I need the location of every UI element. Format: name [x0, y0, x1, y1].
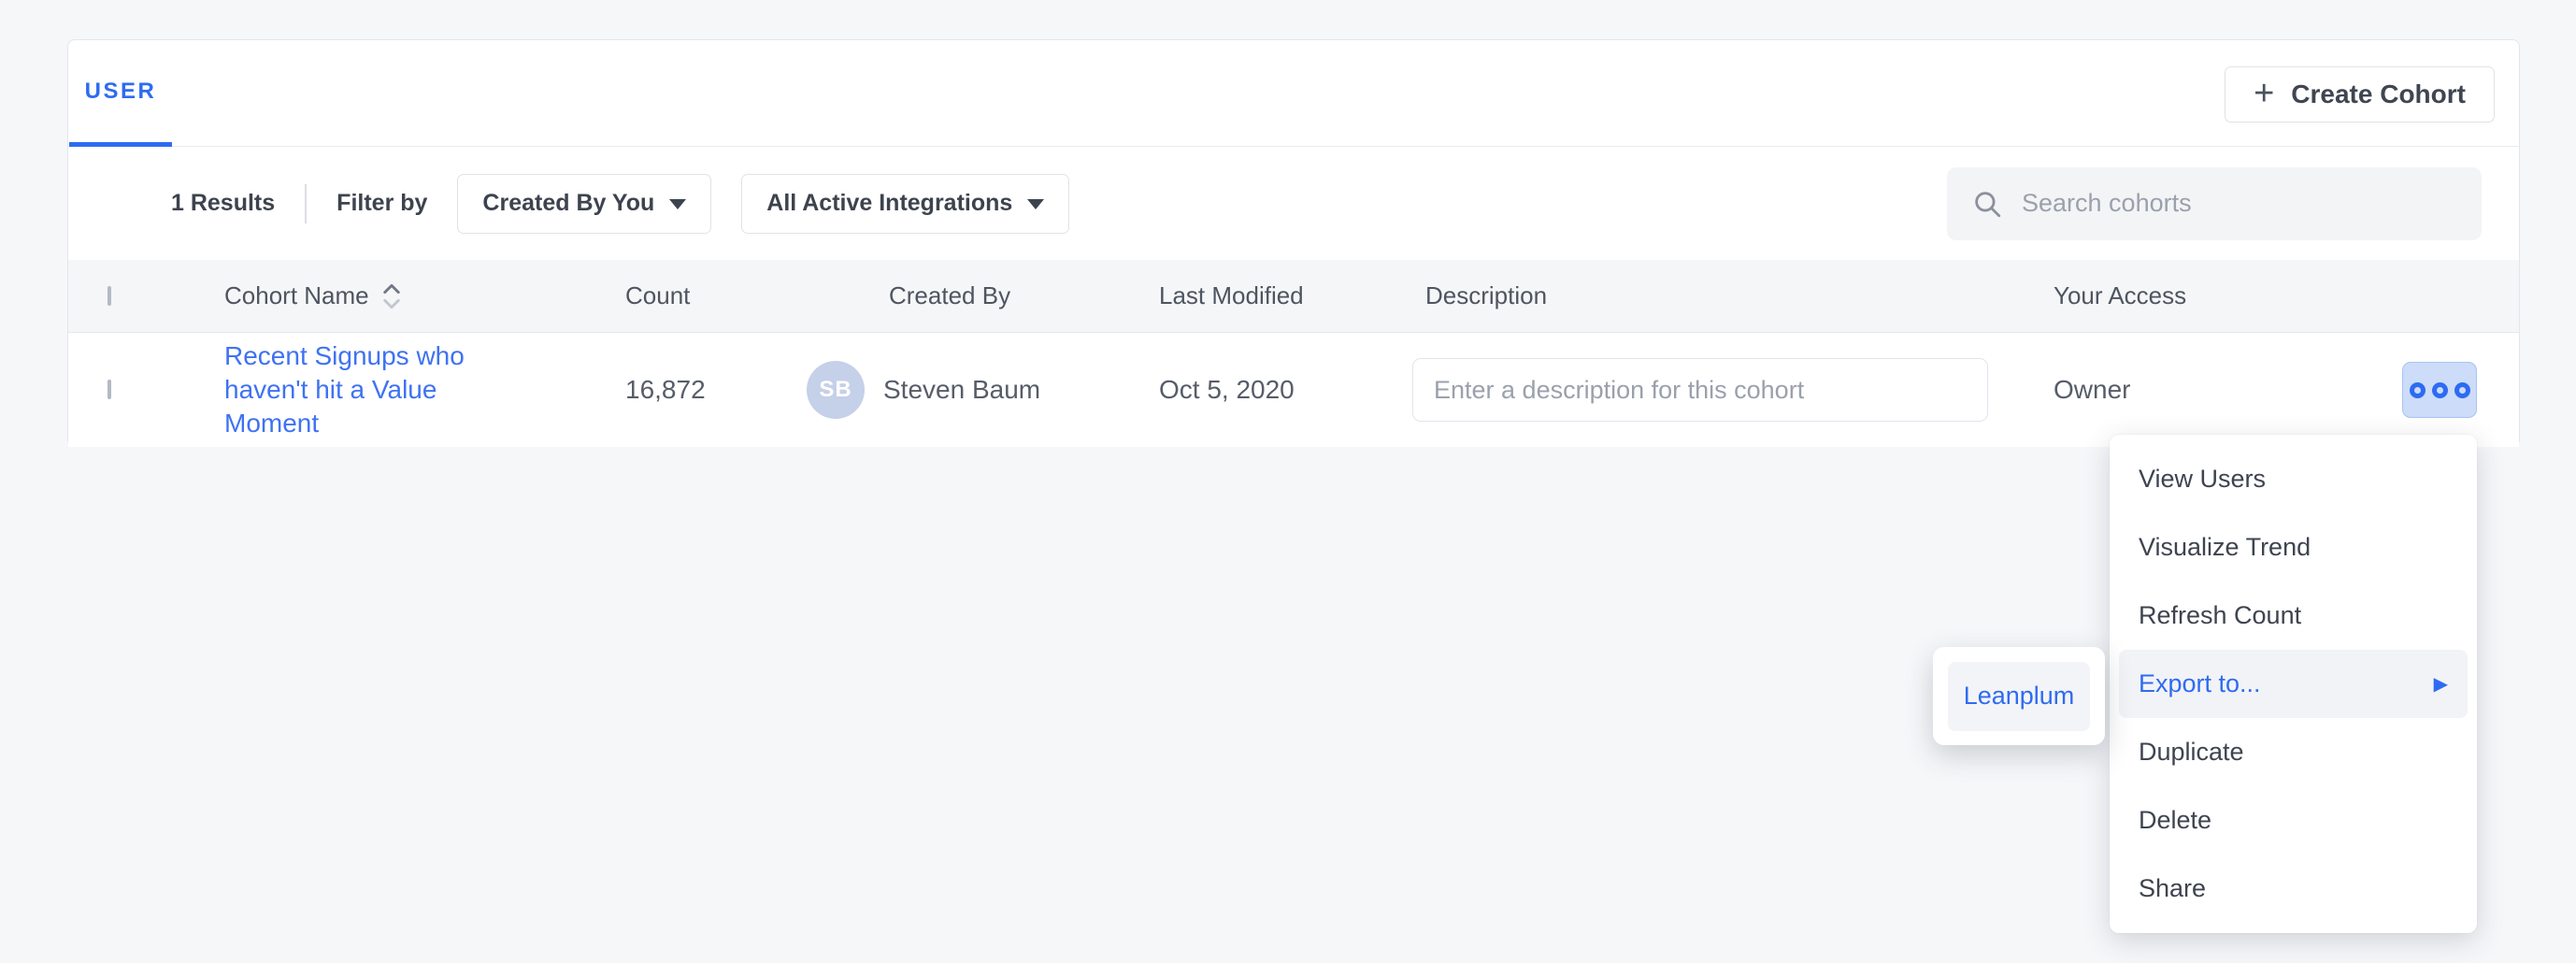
column-header-cohort-name[interactable]: Cohort Name [224, 281, 625, 311]
created-by-dropdown[interactable]: Created By You [457, 174, 711, 234]
menu-item-delete[interactable]: Delete [2110, 786, 2477, 855]
column-header-created-by: Created By [807, 281, 1159, 310]
menu-item-view-users[interactable]: View Users [2110, 445, 2477, 513]
access-cell: Owner [2054, 375, 2402, 405]
cohorts-card: USER + Create Cohort 1 Results Filter by… [67, 39, 2520, 447]
column-header-count: Count [625, 281, 807, 310]
row-actions-menu: View Users Visualize Trend Refresh Count… [2110, 435, 2477, 933]
submenu-item-leanplum[interactable]: Leanplum [1948, 662, 2090, 731]
more-options-icon [2410, 382, 2426, 398]
tab-bar: USER + Create Cohort [68, 40, 2519, 147]
row-checkbox[interactable] [107, 380, 111, 399]
vertical-divider [305, 184, 307, 223]
create-cohort-button[interactable]: + Create Cohort [2225, 66, 2495, 122]
column-header-your-access: Your Access [2054, 281, 2402, 310]
tab-user[interactable]: USER [69, 40, 172, 147]
table-header: Cohort Name Count Created By Last Modifi… [68, 260, 2519, 333]
row-actions-button[interactable] [2402, 362, 2477, 418]
menu-item-share[interactable]: Share [2110, 855, 2477, 923]
tab-user-label: USER [85, 79, 157, 105]
more-options-icon [2432, 382, 2448, 398]
menu-item-export-to[interactable]: Export to... ▶ [2119, 650, 2468, 718]
integrations-dropdown[interactable]: All Active Integrations [741, 174, 1069, 234]
chevron-down-icon [1027, 199, 1044, 209]
search-icon [1971, 188, 2003, 220]
created-by-dropdown-label: Created By You [482, 190, 654, 217]
filter-bar: 1 Results Filter by Created By You All A… [68, 147, 2519, 260]
creator-name: Steven Baum [883, 375, 1040, 405]
submenu-arrow-icon: ▶ [2434, 672, 2448, 696]
last-modified-cell: Oct 5, 2020 [1159, 375, 1412, 405]
menu-item-visualize-trend[interactable]: Visualize Trend [2110, 513, 2477, 582]
chevron-down-icon [669, 199, 686, 209]
column-header-description: Description [1412, 281, 2054, 310]
table-row: Recent Signups who haven't hit a Value M… [68, 333, 2519, 447]
create-cohort-label: Create Cohort [2291, 79, 2466, 109]
sort-icon[interactable] [380, 281, 403, 311]
column-header-last-modified: Last Modified [1159, 281, 1412, 310]
select-all-checkbox[interactable] [107, 286, 111, 306]
more-options-icon [2454, 382, 2470, 398]
cohort-count: 16,872 [625, 375, 807, 405]
integrations-dropdown-label: All Active Integrations [766, 190, 1012, 217]
created-by-cell: SB Steven Baum [807, 361, 1159, 419]
avatar: SB [807, 361, 865, 419]
plus-icon: + [2254, 76, 2274, 111]
menu-item-refresh-count[interactable]: Refresh Count [2110, 582, 2477, 650]
results-count: 1 Results [171, 190, 275, 217]
filter-by-label: Filter by [336, 190, 427, 217]
menu-item-export-to-label: Export to... [2139, 669, 2261, 698]
search-input[interactable] [2022, 189, 2457, 218]
cohort-name-link[interactable]: Recent Signups who haven't hit a Value M… [224, 339, 486, 440]
export-submenu: Leanplum [1933, 647, 2105, 745]
search-cohorts-box [1947, 167, 2482, 240]
description-input[interactable] [1412, 358, 1988, 422]
menu-item-duplicate[interactable]: Duplicate [2110, 718, 2477, 786]
